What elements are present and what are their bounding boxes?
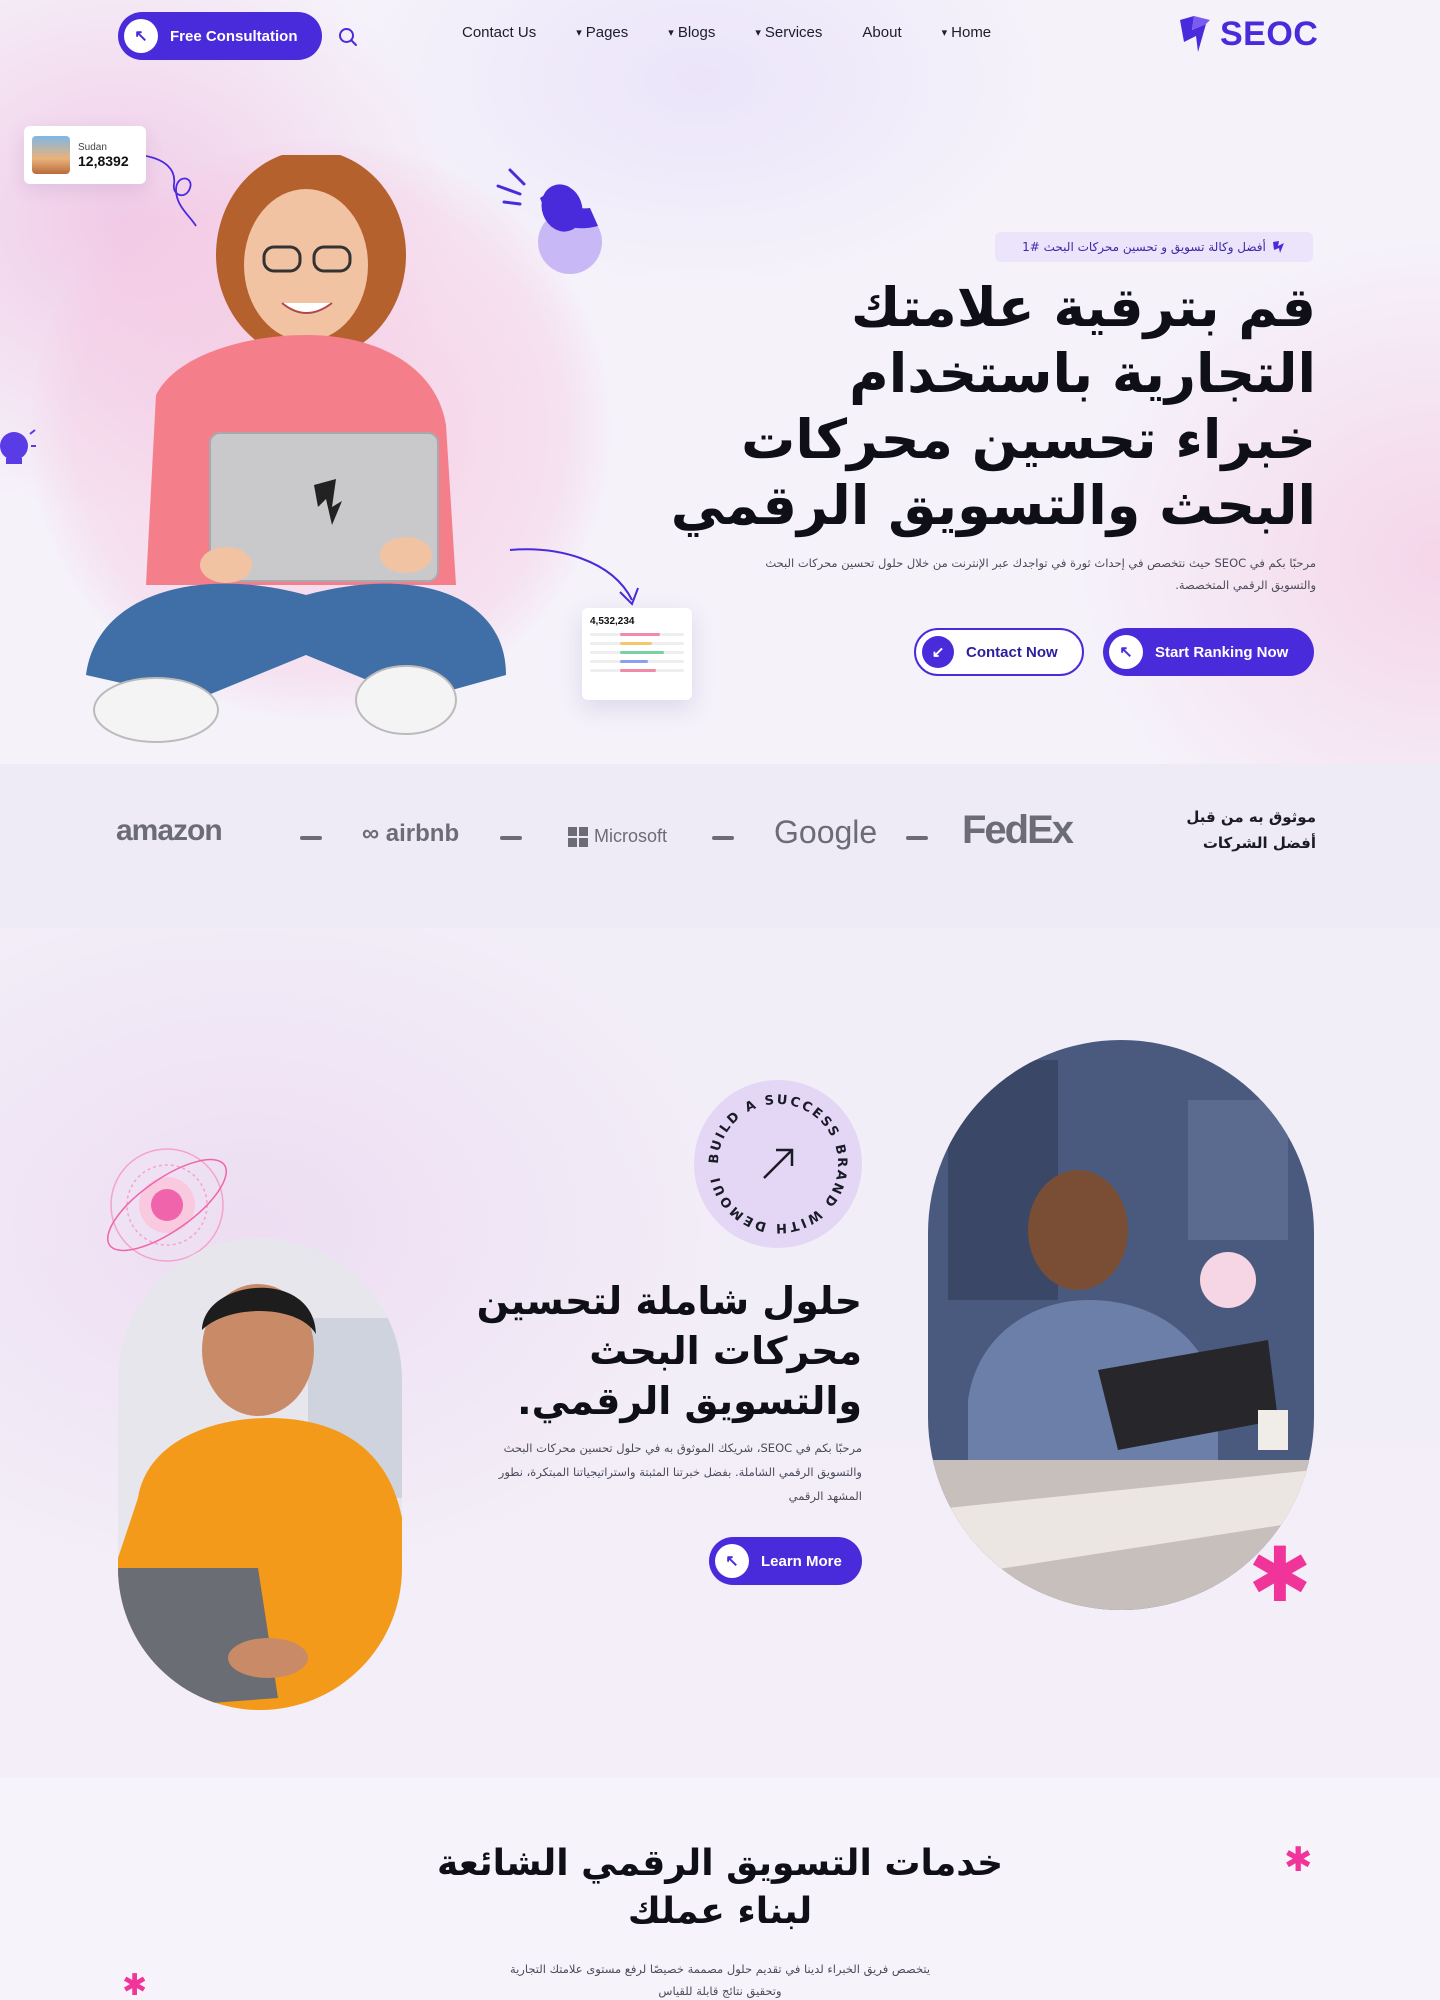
nav-about[interactable]: About [862,24,901,41]
nav-contact-us[interactable]: Contact Us [462,24,536,41]
about-title: حلول شاملة لتحسين محركات البحث والتسويق … [430,1276,862,1426]
arrow-up-left-icon: ↖ [1109,635,1143,669]
mini-card-row [590,669,684,672]
divider-dash [500,836,522,840]
stat-card-label: Sudan [78,141,107,153]
fedex-logo: FedEx [962,808,1074,852]
divider-dash [300,836,322,840]
free-consultation-button[interactable]: ↖ Free Consultation [118,12,322,60]
man-tablet-photo [928,1040,1314,1610]
about-title-line: حلول شاملة لتحسين [476,1279,862,1323]
nav-pages[interactable]: ▾ Pages [576,24,628,41]
mini-card-row [590,642,684,645]
services-title: خدمات التسويق الرقمي الشائعة لبناء عملك [380,1840,1060,1936]
nav-services-label: Services [764,24,823,41]
nav-blogs-label: Blogs [677,24,716,41]
man-laptop-photo [118,1238,402,1710]
about-title-line: محركات البحث [589,1329,862,1373]
hero-person-illustration [86,155,506,743]
nav-about-label: About [862,24,902,41]
asterisk-decor: ✱ [122,1968,148,2000]
divider-dash [906,836,928,840]
seoc-logo-icon [1180,16,1210,52]
microsoft-grid-icon [568,826,588,847]
hero-badge: أفضل وكالة تسويق و تحسين محركات البحث #1 [995,232,1313,262]
chevron-down-icon: ▾ [576,27,582,39]
mini-card-row [590,651,684,654]
trusted-by-line: موثوق به من قبل [1186,808,1316,826]
analytics-mini-card: 4,532,234 [582,608,692,700]
airbnb-logo-text: airbnb [385,820,460,847]
microsoft-logo-text: Microsoft [594,826,668,846]
hero-title-line: قم بترقية علامتك [850,276,1316,339]
asterisk-decor: ✱ [1248,1530,1312,1619]
asterisk-decor: ✱ [1284,1840,1313,1880]
page: ↖ Free Consultation Contact Us ▾ Pages ▾ B… [0,0,1440,2000]
chevron-down-icon: ▾ [755,27,761,39]
services-title-line: لبناء عملك [627,1891,813,1932]
mini-card-row [590,633,684,636]
about-title-line: والتسويق الرقمي. [517,1379,862,1423]
free-consultation-label: Free Consultation [170,27,298,45]
trusted-brands-strip: amazon ∞ airbnb Microsoft Google FedEx م… [0,764,1440,928]
nav-services[interactable]: ▾ Services [755,24,822,41]
chevron-down-icon: ▾ [941,27,948,39]
hero-title: قم بترقية علامتك التجارية باستخدام خبراء… [640,275,1316,539]
nav-home-label: Home [951,24,992,41]
airbnb-logo: ∞ airbnb [362,820,459,848]
start-ranking-label: Start Ranking Now [1155,643,1289,661]
airbnb-icon: ∞ [362,820,380,847]
arrow-up-left-icon: ↖ [124,19,158,53]
nav-home[interactable]: ▾ Home [942,24,992,41]
mini-card-row [590,660,684,663]
hero-title-line: خبراء تحسين محركات [741,408,1316,471]
logo-text: SEOC [1220,14,1319,53]
google-logo: Google [774,814,878,850]
seoc-small-logo-icon [1272,241,1284,253]
contact-now-label: Contact Now [966,643,1058,661]
hero-description: مرحبًا بكم في SEOC حيث نتخصص في إحداث ثو… [765,556,1316,592]
divider-dash [712,836,734,840]
search-icon[interactable] [337,26,359,48]
hero-title-line: البحث والتسويق الرقمي [670,474,1316,537]
lightbulb-icon [0,429,36,464]
curved-arrow-decor [509,548,639,606]
start-ranking-button[interactable]: ↖ Start Ranking Now [1103,628,1314,676]
trusted-by-line: أفضل الشركات [1202,834,1316,852]
about-description: مرحبًا بكم في SEOC، شريكك الموثوق به في … [498,1441,862,1503]
rotating-badge: BUILD A SUCCESS BRAND WITH DEMOUI [694,1080,862,1248]
top-navigation: ↖ Free Consultation Contact Us ▾ Pages ▾ B… [0,0,1440,72]
services-description: يتخصص فريق الخبراء لدينا في تقديم حلول م… [509,1962,931,1998]
nav-pages-label: Pages [585,24,629,41]
nav-blogs[interactable]: ▾ Blogs [668,24,715,41]
services-title-line: خدمات التسويق الرقمي الشائعة [436,1843,1004,1884]
hero-badge-text: أفضل وكالة تسويق و تحسين محركات البحث #1 [1022,240,1266,254]
microsoft-logo: Microsoft [568,826,667,847]
arrow-down-left-icon: ↙ [922,636,954,668]
trusted-by-label: موثوق به من قبل أفضل الشركات [1130,804,1316,856]
arrow-up-left-icon: ↖ [715,1544,749,1578]
hero-title-line: التجارية باستخدام [849,342,1316,405]
mini-card-value: 4,532,234 [590,616,635,627]
learn-more-button[interactable]: ↖ Learn More [709,1537,862,1585]
chevron-down-icon: ▾ [668,27,674,39]
nav-contact-us-label: Contact Us [462,24,537,41]
site-logo[interactable]: SEOC [1176,14,1318,54]
stat-card-thumbnail [32,136,70,174]
amazon-logo: amazon [116,814,223,847]
learn-more-label: Learn More [761,1552,842,1570]
nav-links: Contact Us ▾ Pages ▾ Blogs ▾ Services About… [462,24,991,41]
contact-now-button[interactable]: ↙ Contact Now [914,628,1084,676]
